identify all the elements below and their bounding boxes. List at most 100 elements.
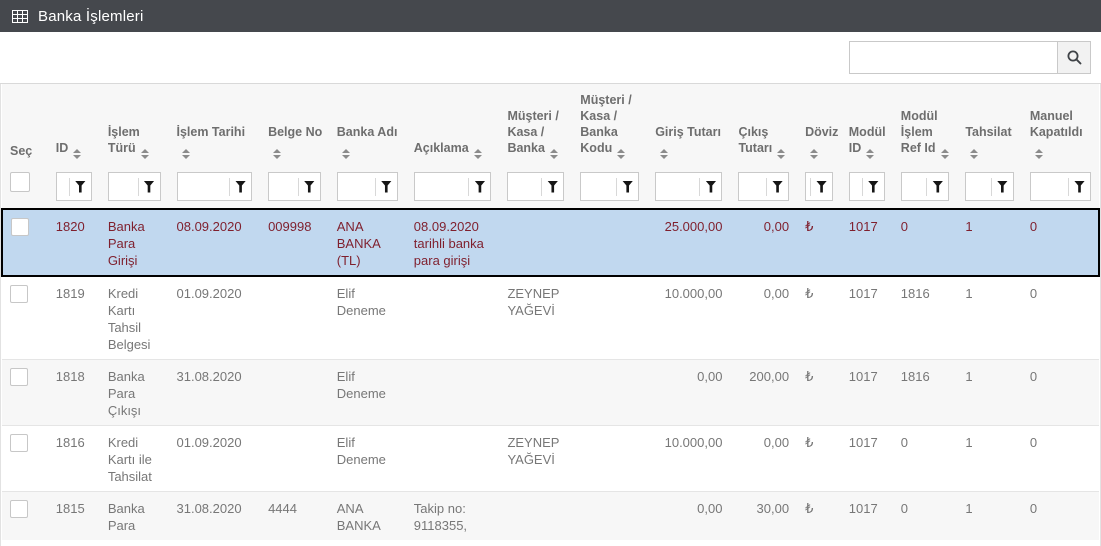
column-header-aciklama[interactable]: Açıklama <box>406 84 500 169</box>
filter-cell-islem_tarihi <box>169 169 261 209</box>
filter-input-cikis[interactable] <box>743 173 766 200</box>
sort-updown-icon[interactable] <box>660 149 668 159</box>
transactions-table-container: SeçIDİşlem Türüİşlem TarihiBelge NoBanka… <box>0 84 1101 546</box>
title-bar: Banka İşlemleri <box>0 0 1101 32</box>
filter-box-doviz <box>805 172 833 201</box>
cell-giris: 10.000,00 <box>647 276 730 360</box>
filter-funnel-icon[interactable] <box>474 181 485 193</box>
column-label: Çıkış Tutarı <box>738 125 772 155</box>
column-header-tahsilat[interactable]: Tahsilat <box>957 84 1022 169</box>
column-header-musteri[interactable]: Müşteri / Kasa / Banka <box>499 84 572 169</box>
select-all-checkbox[interactable] <box>10 172 30 192</box>
sort-updown-icon[interactable] <box>273 149 281 159</box>
table-row[interactable]: 1820Banka Para Girişi08.09.2020009998ANA… <box>2 209 1099 276</box>
filter-input-islem_turu[interactable] <box>113 173 138 200</box>
filter-funnel-icon[interactable] <box>144 181 155 193</box>
filter-input-tahsilat[interactable] <box>970 173 991 200</box>
filter-input-islem_tarihi[interactable] <box>182 173 230 200</box>
filter-funnel-icon[interactable] <box>304 181 315 193</box>
filter-funnel-icon[interactable] <box>1074 181 1085 193</box>
filter-funnel-icon[interactable] <box>622 181 633 193</box>
cell-musteri <box>499 360 572 426</box>
filter-separator <box>229 178 230 196</box>
search-input[interactable] <box>849 41 1057 74</box>
row-select-checkbox[interactable] <box>10 368 28 386</box>
cell-tahsilat: 1 <box>957 492 1022 541</box>
table-row[interactable]: 1816Kredi Kartı ile Tahsilat01.09.2020El… <box>2 426 1099 492</box>
sort-updown-icon[interactable] <box>866 149 874 159</box>
sort-updown-icon[interactable] <box>474 149 482 159</box>
sort-updown-icon[interactable] <box>970 149 978 159</box>
filter-funnel-icon[interactable] <box>235 181 246 193</box>
filter-funnel-icon[interactable] <box>547 181 558 193</box>
row-select-checkbox[interactable] <box>10 285 28 303</box>
filter-funnel-icon[interactable] <box>705 181 716 193</box>
filter-input-aciklama[interactable] <box>419 173 469 200</box>
header-row: SeçIDİşlem Türüİşlem TarihiBelge NoBanka… <box>2 84 1099 169</box>
filter-input-musteri_kodu[interactable] <box>585 173 616 200</box>
filter-input-id[interactable] <box>61 173 69 200</box>
sort-updown-icon[interactable] <box>941 149 949 159</box>
filter-box-musteri <box>507 172 564 201</box>
column-header-islem_turu[interactable]: İşlem Türü <box>100 84 169 169</box>
column-header-id[interactable]: ID <box>48 84 100 169</box>
cell-musteri_kodu <box>572 209 647 276</box>
cell-giris: 0,00 <box>647 360 730 426</box>
filter-separator <box>468 178 469 196</box>
column-header-modul_id[interactable]: Modül ID <box>841 84 893 169</box>
filter-funnel-icon[interactable] <box>381 181 392 193</box>
row-select-checkbox[interactable] <box>10 500 28 518</box>
table-body: 1820Banka Para Girişi08.09.2020009998ANA… <box>2 209 1099 540</box>
row-select-checkbox[interactable] <box>10 434 28 452</box>
cell-musteri <box>499 209 572 276</box>
filter-funnel-icon[interactable] <box>932 181 943 193</box>
search-button[interactable] <box>1057 41 1091 74</box>
sort-updown-icon[interactable] <box>777 149 785 159</box>
sort-updown-icon[interactable] <box>550 149 558 159</box>
column-header-ref_id[interactable]: Modül İşlem Ref Id <box>893 84 958 169</box>
sort-updown-icon[interactable] <box>1035 149 1043 159</box>
filter-input-musteri[interactable] <box>512 173 541 200</box>
filter-funnel-icon[interactable] <box>75 181 86 193</box>
cell-giris: 10.000,00 <box>647 426 730 492</box>
table-row[interactable]: 1818Banka Para Çıkışı31.08.2020Elif Dene… <box>2 360 1099 426</box>
column-label: Manuel Kapatıldı <box>1030 109 1083 139</box>
table-row[interactable]: 1815Banka Para31.08.20204444ANA BANKATak… <box>2 492 1099 541</box>
table-row[interactable]: 1819Kredi Kartı Tahsil Belgesi01.09.2020… <box>2 276 1099 360</box>
filter-input-belge_no[interactable] <box>273 173 298 200</box>
sort-updown-icon[interactable] <box>617 149 625 159</box>
column-header-cikis[interactable]: Çıkış Tutarı <box>730 84 797 169</box>
cell-musteri <box>499 492 572 541</box>
filter-box-musteri_kodu <box>580 172 639 201</box>
row-select-checkbox[interactable] <box>11 218 29 236</box>
column-header-doviz[interactable]: Döviz <box>797 84 841 169</box>
filter-input-giris[interactable] <box>660 173 699 200</box>
column-header-manuel[interactable]: Manuel Kapatıldı <box>1022 84 1099 169</box>
filter-input-ref_id[interactable] <box>906 173 927 200</box>
filter-separator <box>298 178 299 196</box>
filter-separator <box>766 178 767 196</box>
sort-updown-icon[interactable] <box>342 149 350 159</box>
column-label: Modül İşlem Ref Id <box>901 109 938 155</box>
filter-funnel-icon[interactable] <box>868 181 879 193</box>
sort-updown-icon[interactable] <box>810 149 818 159</box>
cell-aciklama: 08.09.2020 tarihli banka para girişi <box>406 209 500 276</box>
filter-funnel-icon[interactable] <box>997 181 1008 193</box>
column-header-giris[interactable]: Giriş Tutarı <box>647 84 730 169</box>
filter-input-manuel[interactable] <box>1035 173 1068 200</box>
filter-funnel-icon[interactable] <box>772 181 783 193</box>
cell-manuel: 0 <box>1022 426 1099 492</box>
sort-updown-icon[interactable] <box>182 149 190 159</box>
column-header-belge_no[interactable]: Belge No <box>260 84 329 169</box>
column-header-islem_tarihi[interactable]: İşlem Tarihi <box>169 84 261 169</box>
cell-musteri_kodu <box>572 492 647 541</box>
filter-input-modul_id[interactable] <box>854 173 862 200</box>
cell-islem_tarihi: 31.08.2020 <box>169 492 261 541</box>
column-header-musteri_kodu[interactable]: Müşteri / Kasa / Banka Kodu <box>572 84 647 169</box>
filter-funnel-icon[interactable] <box>816 181 827 193</box>
cell-doviz: ₺ <box>797 492 841 541</box>
sort-updown-icon[interactable] <box>141 149 149 159</box>
sort-updown-icon[interactable] <box>73 149 81 159</box>
filter-input-banka_adi[interactable] <box>342 173 375 200</box>
column-header-banka_adi[interactable]: Banka Adı <box>329 84 406 169</box>
